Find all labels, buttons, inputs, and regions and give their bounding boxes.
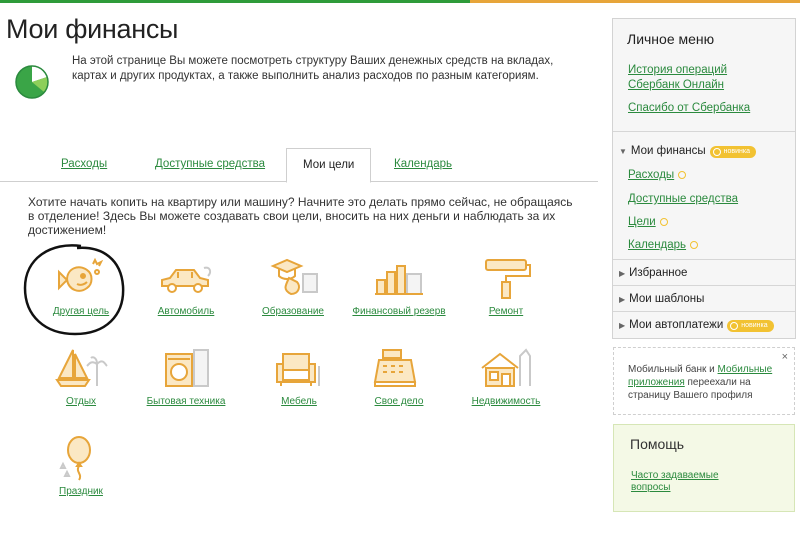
spasibo-link[interactable]: Спасибо от Сбербанка: [628, 101, 750, 116]
menu-label: Мои финансы: [630, 145, 706, 157]
tab-available-funds[interactable]: Доступные средства: [155, 158, 265, 170]
chevron-right-icon: ▶: [619, 269, 626, 278]
menu-templates[interactable]: ▶ Мои шаблоны: [619, 293, 704, 305]
history-link[interactable]: История операций Сбербанк Онлайн: [628, 63, 768, 93]
personal-menu-title: Личное меню: [627, 31, 715, 47]
menu-expenses-link[interactable]: Расходы: [628, 168, 687, 183]
goal-label[interactable]: Образование: [238, 306, 348, 317]
sailboat-icon: [55, 349, 108, 387]
menu-divider: [613, 131, 795, 132]
goal-own-business[interactable]: Свое дело: [344, 346, 454, 426]
tab-expenses[interactable]: Расходы: [61, 158, 107, 170]
tab-calendar[interactable]: Календарь: [394, 158, 452, 170]
link-label: Расходы: [628, 169, 675, 181]
goal-label[interactable]: Отдых: [26, 396, 136, 407]
menu-my-finances[interactable]: ▼ Мои финансы новинка: [619, 145, 757, 158]
graduation-icon: [270, 258, 318, 296]
new-badge: новинка: [727, 320, 774, 332]
new-dot-icon: [659, 218, 668, 226]
link-label: Цели: [628, 216, 656, 228]
goal-label[interactable]: Праздник: [26, 486, 136, 497]
page-intro: На этой странице Вы можете посмотреть ст…: [72, 55, 554, 82]
chevron-right-icon: ▶: [619, 321, 626, 330]
armchair-icon: [276, 353, 320, 386]
goal-renovation[interactable]: Ремонт: [451, 256, 561, 336]
top-bar-accent: [470, 0, 800, 3]
page-title: Мои финансы: [6, 14, 179, 44]
cash-register-icon: [373, 349, 417, 387]
goal-car[interactable]: Автомобиль: [131, 256, 241, 336]
goal-label[interactable]: Автомобиль: [131, 306, 241, 317]
goal-label[interactable]: Финансовый резерв: [344, 306, 454, 317]
goal-appliances[interactable]: Бытовая техника: [131, 346, 241, 426]
top-bar: [0, 0, 800, 3]
menu-divider: [613, 311, 795, 312]
menu-label: Избранное: [629, 267, 688, 279]
chevron-down-icon: ▼: [619, 147, 627, 156]
tab-bar: Расходы Доступные средства Мои цели Кале…: [0, 148, 598, 183]
menu-divider: [613, 285, 795, 286]
car-icon: [161, 266, 212, 293]
goal-label[interactable]: Мебель: [244, 396, 354, 407]
faq-link[interactable]: Часто задаваемые вопросы: [631, 470, 751, 494]
appliance-icon: [165, 349, 209, 387]
goal-label[interactable]: Бытовая техника: [131, 396, 241, 407]
goal-vacation[interactable]: Отдых: [26, 346, 136, 426]
personal-menu: Личное меню История операций Сбербанк Он…: [612, 18, 796, 339]
new-badge: новинка: [709, 146, 757, 158]
help-panel: Помощь Часто задаваемые вопросы: [613, 424, 795, 512]
menu-favorites[interactable]: ▶ Избранное: [619, 267, 687, 279]
help-title: Помощь: [630, 436, 685, 452]
hand-drawn-circle: [23, 244, 125, 336]
tab-my-goals[interactable]: Мои цели: [286, 148, 372, 183]
new-dot-icon: [678, 171, 687, 179]
menu-available-funds-link[interactable]: Доступные средства: [628, 192, 738, 207]
menu-goals-link[interactable]: Цели: [628, 215, 668, 230]
goal-financial-reserve[interactable]: Финансовый резерв: [344, 256, 454, 336]
mobile-bank-notice: × Мобильный банк и Мобильные приложения …: [613, 347, 795, 415]
close-icon[interactable]: ×: [782, 351, 788, 364]
goal-label[interactable]: Недвижимость: [451, 396, 561, 407]
goal-education[interactable]: Образование: [238, 256, 348, 336]
pie-chart-icon: [15, 65, 49, 99]
balloon-icon: [59, 436, 91, 481]
goal-label[interactable]: Свое дело: [344, 396, 454, 407]
goal-label[interactable]: Ремонт: [451, 306, 561, 317]
chevron-right-icon: ▶: [619, 295, 626, 304]
goal-furniture[interactable]: Мебель: [244, 346, 354, 426]
menu-divider: [613, 259, 795, 260]
goal-holiday[interactable]: Праздник: [26, 436, 136, 516]
menu-autopayments[interactable]: ▶ Мои автоплатежи новинка: [619, 319, 774, 332]
link-label: Календарь: [628, 239, 687, 251]
paint-roller-icon: [485, 259, 531, 299]
goal-real-estate[interactable]: Недвижимость: [451, 346, 561, 426]
notice-text: Мобильный банк и: [628, 364, 718, 375]
menu-calendar-link[interactable]: Календарь: [628, 238, 699, 253]
goals-intro: Хотите начать копить на квартиру или маш…: [28, 195, 573, 237]
reserve-icon: [375, 265, 423, 295]
house-icon: [481, 348, 531, 387]
new-dot-icon: [690, 241, 699, 249]
menu-label: Мои автоплатежи: [629, 319, 724, 331]
menu-label: Мои шаблоны: [629, 293, 705, 305]
